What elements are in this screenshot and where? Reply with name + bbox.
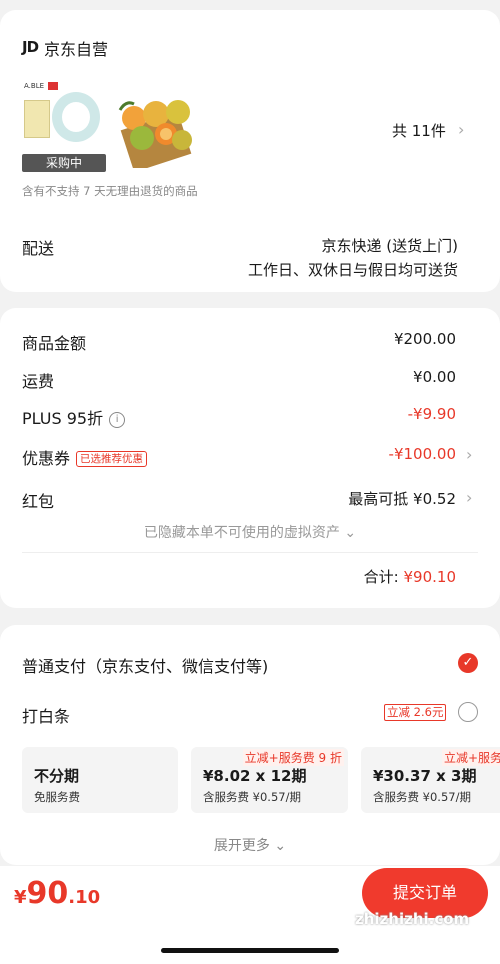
plan-promo-tag: 立减+服务 — [441, 749, 500, 766]
hidden-assets-toggle[interactable]: 已隐藏本单不可使用的虚拟资产 ⌄ — [0, 522, 500, 542]
installment-plan-none[interactable]: 不分期 免服务费 — [22, 747, 178, 813]
coupon-label-wrap: 优惠券 已选推荐优惠 — [22, 445, 148, 469]
currency-symbol: ¥ — [14, 887, 27, 908]
plan-promo-tag: 立减+服务费 9 折 — [242, 749, 344, 766]
chevron-right-icon[interactable]: › — [466, 488, 472, 507]
goods-amount-row: 商品金额 ¥200.00 — [22, 330, 456, 354]
total-price: ¥90.10 — [14, 876, 100, 911]
chevron-right-icon[interactable]: › — [458, 120, 464, 139]
goods-amount-value: ¥200.00 — [393, 330, 456, 348]
product-thumbnail-oranges[interactable] — [112, 90, 198, 168]
coupon-value: -¥100.00 — [388, 445, 456, 463]
plan-sub: 免服务费 — [34, 790, 80, 804]
plus-discount-label-wrap: PLUS 95折 i — [22, 405, 126, 429]
price-decimal: .10 — [68, 887, 101, 908]
watermark: zhizhizhi.com — [355, 910, 470, 928]
home-indicator[interactable] — [161, 948, 339, 953]
tape-roll-image — [52, 92, 100, 142]
plan-main: 不分期 — [34, 767, 80, 785]
brand-mark-icon — [48, 82, 58, 90]
red-packet-label: 红包 — [22, 492, 55, 511]
no-return-note: 含有不支持 7 天无理由退货的商品 — [22, 184, 198, 198]
divider — [22, 552, 478, 553]
shipping-row: 运费 ¥0.00 — [22, 368, 456, 392]
coupon-label: 优惠券 — [22, 449, 71, 468]
delivery-schedule[interactable]: 工作日、双休日与假日均可送货 — [248, 259, 458, 280]
plan-main: ¥8.02 x 12期 — [203, 767, 307, 785]
product-thumbnail-tape[interactable]: A.BLE 采购中 — [22, 80, 106, 172]
coupon-row[interactable]: 优惠券 已选推荐优惠 -¥100.00 — [22, 445, 456, 469]
info-icon[interactable]: i — [109, 412, 126, 428]
subtotal-value: ¥90.10 — [403, 568, 457, 586]
brand-logo-icon: A.BLE — [24, 82, 45, 90]
delivery-method[interactable]: 京东快递 (送货上门) — [322, 235, 458, 256]
price-integer: 90 — [26, 876, 69, 911]
coupon-recommended-tag: 已选推荐优惠 — [76, 451, 148, 467]
tape-box-image — [24, 100, 50, 138]
installment-plan-12[interactable]: 立减+服务费 9 折 ¥8.02 x 12期 含服务费 ¥0.57/期 — [191, 747, 348, 813]
baitiao-payment-label[interactable]: 打白条 — [22, 703, 70, 727]
order-items-card: JD 京东自营 A.BLE 采购中 共 11件 › 含有不支持 7 天无理由退货… — [0, 10, 500, 292]
plan-main: ¥30.37 x 3期 — [373, 767, 477, 785]
red-packet-value: 最高可抵 ¥0.52 — [348, 490, 456, 508]
normal-payment-label[interactable]: 普通支付（京东支付、微信支付等) — [22, 653, 268, 677]
item-count[interactable]: 共 11件 — [392, 120, 446, 141]
plus-discount-value: -¥9.90 — [407, 405, 456, 423]
subtotal-row: 合计: ¥90.10 — [364, 566, 456, 587]
subtotal-label: 合计: — [363, 568, 404, 586]
purchasing-badge: 采购中 — [22, 154, 106, 172]
store-name: 京东自营 — [44, 40, 109, 59]
shipping-value: ¥0.00 — [413, 368, 456, 386]
plus-discount-label: PLUS 95折 — [22, 409, 104, 428]
baitiao-promo-badge: 立减 2.6元 — [384, 704, 447, 721]
price-summary-card: 商品金额 ¥200.00 运费 ¥0.00 PLUS 95折 i -¥9.90 优… — [0, 308, 500, 608]
checkmark-icon[interactable]: ✓ — [458, 653, 478, 673]
baitiao-radio[interactable] — [458, 702, 478, 722]
installment-plan-3[interactable]: 立减+服务 ¥30.37 x 3期 含服务费 ¥0.57/期 — [361, 747, 500, 813]
delivery-label: 配送 — [22, 239, 55, 258]
goods-amount-label: 商品金额 — [22, 334, 87, 353]
shipping-label: 运费 — [22, 372, 55, 391]
plan-sub: 含服务费 ¥0.57/期 — [373, 790, 471, 804]
chevron-right-icon[interactable]: › — [466, 445, 472, 464]
payment-card: 普通支付（京东支付、微信支付等) ✓ 打白条 立减 2.6元 不分期 免服务费 … — [0, 625, 500, 865]
expand-more-button[interactable]: 展开更多 ⌄ — [0, 835, 500, 855]
jd-logo-icon: JD — [22, 38, 39, 56]
red-packet-row[interactable]: 红包 最高可抵 ¥0.52 — [22, 488, 456, 512]
plus-discount-row: PLUS 95折 i -¥9.90 — [22, 405, 456, 429]
plan-sub: 含服务费 ¥0.57/期 — [203, 790, 301, 804]
